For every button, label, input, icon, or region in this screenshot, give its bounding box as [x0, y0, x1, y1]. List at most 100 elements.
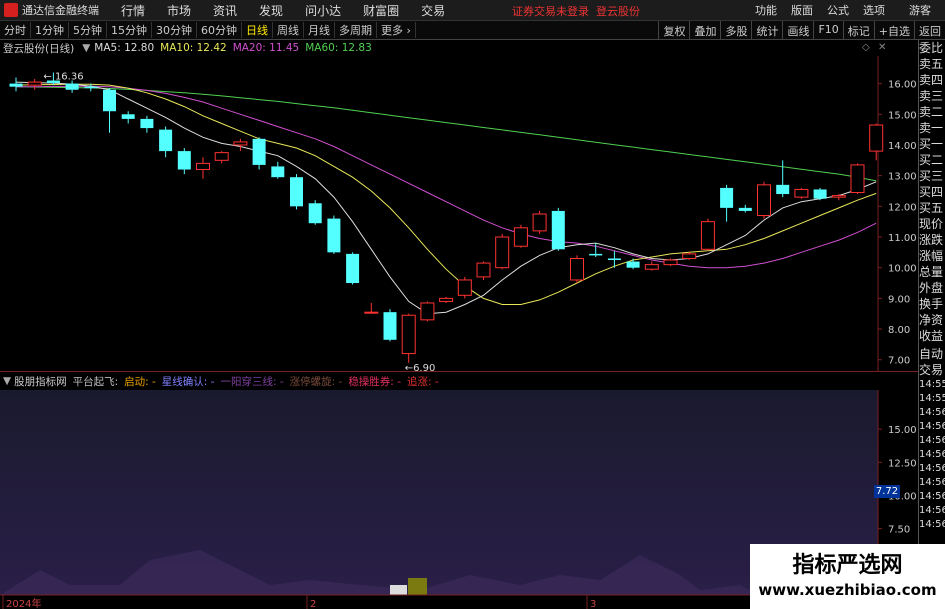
period-more[interactable]: 更多 › — [377, 22, 416, 38]
candle-body-up — [476, 262, 491, 278]
candle-body-down — [290, 177, 303, 207]
ma20-line — [16, 85, 877, 269]
candle-body-up — [663, 259, 678, 266]
quote-field-label: 涨幅 — [919, 249, 944, 263]
trade-time: 14:56 — [919, 407, 945, 418]
menu-banmian[interactable]: 版面 — [791, 2, 813, 18]
price-tick-label: 12.00 — [888, 202, 917, 213]
fuquan-button[interactable]: 复权 — [658, 21, 689, 39]
quote-field-label[interactable]: 自动 — [919, 346, 945, 362]
add-watchlist-button[interactable]: +自选 — [873, 21, 914, 39]
candle-body-down — [589, 253, 603, 256]
candle-body-up — [869, 124, 884, 152]
candle-body-down — [327, 218, 341, 253]
quote-field-label: 卖五 — [919, 57, 944, 71]
candle-body-up — [794, 188, 809, 198]
quote-field-label: 总量 — [919, 265, 944, 279]
time-tick-label: 3 — [590, 599, 596, 609]
trade-time: 14:56 — [919, 449, 945, 460]
huaxian-button[interactable]: 画线 — [782, 21, 813, 39]
candle-body-down — [140, 118, 154, 129]
period-30min[interactable]: 30分钟 — [152, 22, 197, 38]
period-daily[interactable]: 日线 — [242, 22, 273, 38]
candlestick-chart[interactable]: 16.00 15.00 14.00 13.00 12.00 11.00 10.00 9.00 8… — [0, 56, 918, 372]
menu-faxian[interactable]: 发现 — [259, 2, 283, 19]
candle-body-down — [121, 114, 135, 119]
menu-shichang[interactable]: 市场 — [167, 2, 191, 19]
user-label[interactable]: 游客 — [909, 2, 931, 18]
ma5-label: MA5: 12.80 — [94, 42, 155, 54]
duogu-button[interactable]: 多股 — [720, 21, 751, 39]
period-15min[interactable]: 15分钟 — [107, 22, 152, 38]
quote-field-label: 涨跌 — [919, 233, 944, 247]
indicator-legend: ▼ 股朋指标网 平台起飞: 启动: - 星线确认: - 一阳穿三线: - 涨停螺旋: -… — [0, 373, 445, 389]
signal-block-olive — [408, 578, 427, 595]
candle-body-up — [457, 279, 472, 296]
trade-time: 14:55 — [919, 379, 945, 390]
menu-caifuquan[interactable]: 财富圈 — [363, 2, 399, 19]
period-1min[interactable]: 1分钟 — [31, 22, 69, 38]
close-icon[interactable]: ✕ — [878, 42, 886, 53]
menu-xuanxiang[interactable]: 选项 — [863, 2, 885, 18]
candle-body-down — [346, 253, 360, 284]
low-price-label: ←6.90 — [405, 363, 436, 372]
quote-field-label: 卖一 — [919, 121, 944, 135]
menu-right-group: 功能 版面 公式 选项 游客 — [755, 0, 945, 20]
candle-body-down — [159, 129, 173, 152]
indicator-tick-label: 15.00 — [888, 425, 917, 436]
candle-body-down — [9, 83, 23, 87]
price-tick-label: 13.00 — [888, 172, 917, 183]
back-button[interactable]: 返回 — [914, 21, 945, 39]
candle-body-down — [65, 83, 79, 90]
price-tick-label: 15.00 — [888, 110, 917, 121]
app-title: 通达信金融终端 — [22, 4, 99, 17]
period-fenshi[interactable]: 分时 — [0, 22, 31, 38]
period-multi[interactable]: 多周期 — [335, 22, 377, 38]
diejia-button[interactable]: 叠加 — [689, 21, 720, 39]
menu-jiaoyi[interactable]: 交易 — [421, 2, 445, 19]
legend-toggle-icon[interactable]: ▼ — [82, 42, 90, 54]
trade-time: 14:55 — [919, 393, 945, 404]
current-indicator-value: 7.72 — [874, 485, 900, 498]
price-tick-label: 16.00 — [888, 80, 917, 91]
quote-field-label: 委比 — [919, 41, 944, 55]
trade-time: 14:56 — [919, 491, 945, 502]
period-monthly[interactable]: 月线 — [304, 22, 335, 38]
quote-field-label[interactable]: 交易 — [919, 362, 945, 378]
candle-body-up — [495, 236, 510, 269]
candle-body-down — [813, 189, 827, 199]
settings-icon[interactable]: ◇ — [862, 42, 870, 53]
price-tick-label: 7.00 — [888, 356, 910, 367]
candle-body-up — [233, 141, 248, 146]
tongji-button[interactable]: 统计 — [751, 21, 782, 39]
menu-hangqing[interactable]: 行情 — [121, 2, 145, 19]
price-tick-label: 8.00 — [888, 325, 910, 336]
menu-gongneng[interactable]: 功能 — [755, 2, 777, 18]
trade-time: 14:56 — [919, 519, 945, 530]
f10-button[interactable]: F10 — [813, 21, 842, 39]
period-5min[interactable]: 5分钟 — [69, 22, 107, 38]
main-legend: 登云股份(日线) ▼ MA5: 12.80 MA10: 12.42 MA20: … — [0, 40, 372, 56]
period-60min[interactable]: 60分钟 — [197, 22, 242, 38]
candle-body-up — [420, 302, 435, 321]
menu-gongshi[interactable]: 公式 — [827, 2, 849, 18]
price-tick-label: 9.00 — [888, 294, 910, 305]
indicator-toggle-icon[interactable]: ▼ — [3, 375, 11, 387]
candle-body-down — [551, 210, 565, 250]
menu-zixun[interactable]: 资讯 — [213, 2, 237, 19]
stock-title: 登云股份(日线) — [3, 42, 75, 55]
period-weekly[interactable]: 周线 — [273, 22, 304, 38]
candle-body-up — [700, 221, 715, 250]
watermark-badge: 指标严选网 www.xuezhibiao.com — [750, 544, 945, 609]
watermark-url: www.xuezhibiao.com — [758, 581, 937, 599]
candle-body-down — [383, 312, 397, 340]
login-status[interactable]: 证券交易未登录 登云股份 — [512, 3, 640, 19]
toolbar-right-group: 复权 叠加 多股 统计 画线 F10 标记 +自选 返回 — [658, 21, 945, 39]
trade-time: 14:56 — [919, 463, 945, 474]
indicator-tick-label: 12.50 — [888, 458, 917, 469]
quote-field-label: 现价 — [919, 217, 944, 231]
candle-body-up — [570, 257, 584, 281]
menu-wenxiaoda[interactable]: 问小达 — [305, 2, 341, 19]
biaoji-button[interactable]: 标记 — [842, 21, 874, 39]
candle-body-up — [196, 162, 210, 171]
